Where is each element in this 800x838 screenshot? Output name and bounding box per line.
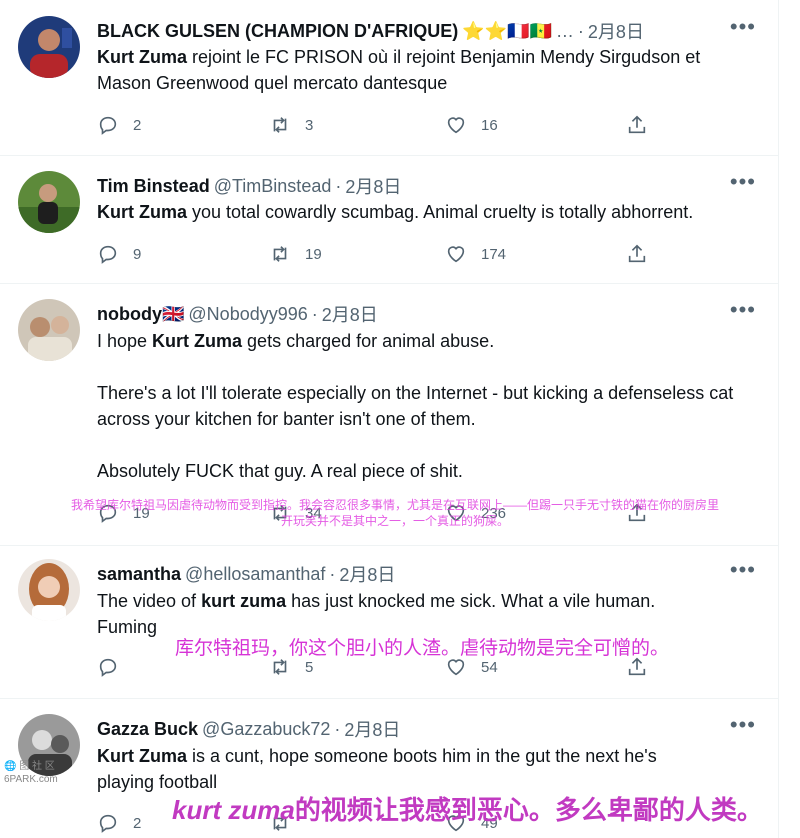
handle[interactable]: @Gazzabuck72 bbox=[202, 719, 330, 740]
mention-bold: kurt zuma bbox=[201, 591, 287, 611]
like-button[interactable]: 16 bbox=[445, 114, 498, 136]
separator-dot: · bbox=[335, 175, 342, 196]
retweet-count: 5 bbox=[305, 658, 314, 676]
mention-bold: Kurt Zuma bbox=[152, 331, 243, 351]
site-watermark: 🌐 图 社 区 6PARK.com bbox=[4, 760, 58, 786]
tweet-date[interactable]: 2月8日 bbox=[588, 18, 644, 44]
reply-button[interactable]: 9 bbox=[97, 243, 141, 265]
tweet[interactable]: BLACK GULSEN (CHAMPION D'AFRIQUE) ⭐⭐🇫🇷🇸🇳… bbox=[0, 0, 778, 156]
tweet-date[interactable]: 2月8日 bbox=[322, 301, 378, 327]
tweet-actions: 9 19 174 bbox=[97, 243, 657, 269]
share-button[interactable] bbox=[626, 114, 648, 136]
timeline: BLACK GULSEN (CHAMPION D'AFRIQUE) ⭐⭐🇫🇷🇸🇳… bbox=[0, 0, 779, 838]
more-icon[interactable]: ••• bbox=[730, 297, 756, 323]
translation-caption-1-line1: 我希望库尔特祖马因虐待动物而受到指控。我会容忍很多事情，尤其是在互联网上——但踢… bbox=[70, 498, 719, 512]
tweet-text-pre: The video of bbox=[97, 591, 202, 611]
more-icon[interactable]: ••• bbox=[730, 557, 756, 583]
like-count: 16 bbox=[481, 116, 498, 134]
watermark-line2: 6PARK.com bbox=[4, 774, 58, 785]
translation-caption-1-line2: 开玩笑并不是其中之一，一个真正的狗屎。 bbox=[280, 514, 509, 528]
display-name[interactable]: nobody🇬🇧 bbox=[97, 304, 184, 325]
reply-button[interactable]: 2 bbox=[97, 114, 141, 136]
handle[interactable]: @TimBinstead bbox=[214, 176, 332, 197]
tweet-text: Kurt Zuma is a cunt, hope someone boots … bbox=[97, 743, 718, 795]
tweet-date[interactable]: 2月8日 bbox=[344, 716, 400, 742]
separator-dot: · bbox=[311, 303, 318, 324]
tweet-date[interactable]: 2月8日 bbox=[339, 561, 395, 587]
translation-caption-1: 我希望库尔特祖马因虐待动物而受到指控。我会容忍很多事情，尤其是在互联网上——但踢… bbox=[10, 497, 780, 529]
tweet-text-rest: rejoint le FC PRISON où il rejoint Benja… bbox=[97, 47, 701, 93]
tweet-text: Kurt Zuma rejoint le FC PRISON où il rej… bbox=[97, 44, 754, 96]
like-icon bbox=[447, 117, 465, 134]
avatar[interactable] bbox=[18, 171, 80, 233]
like-count: 54 bbox=[481, 658, 498, 676]
like-count: 174 bbox=[481, 245, 507, 263]
display-name[interactable]: Tim Binstead bbox=[97, 176, 210, 197]
like-button[interactable]: 174 bbox=[445, 243, 506, 265]
reply-icon bbox=[99, 658, 117, 677]
reply-count: 9 bbox=[133, 245, 142, 263]
reply-icon bbox=[99, 245, 117, 264]
tweet-paragraph-3: Absolutely FUCK that guy. A real piece o… bbox=[97, 461, 463, 481]
translation-caption-2: 库尔特祖玛，你这个胆小的人渣。虐待动物是完全可憎的。 bbox=[175, 638, 670, 659]
avatar[interactable] bbox=[18, 559, 80, 621]
mention-bold: Kurt Zuma bbox=[97, 202, 187, 222]
handle[interactable]: … bbox=[556, 21, 574, 42]
separator-dot: · bbox=[334, 718, 341, 739]
share-icon bbox=[628, 244, 646, 263]
retweet-button[interactable]: 19 bbox=[269, 243, 322, 265]
more-icon[interactable]: ••• bbox=[730, 169, 756, 195]
translation-caption-3: kurt zuma的视频让我感到恶心。多么卑鄙的人类。 bbox=[172, 790, 763, 827]
tweet-paragraph-2: There's a lot I'll tolerate especially o… bbox=[97, 383, 734, 429]
retweet-icon bbox=[273, 117, 287, 133]
name-emojis: ⭐⭐🇫🇷🇸🇳 bbox=[462, 20, 552, 41]
reply-button[interactable]: 2 bbox=[97, 812, 141, 834]
tweet-text: Kurt Zuma you total cowardly scumbag. An… bbox=[97, 199, 754, 225]
retweet-icon bbox=[273, 246, 287, 262]
avatar[interactable] bbox=[18, 16, 80, 78]
share-button[interactable] bbox=[626, 243, 648, 265]
separator-dot: · bbox=[577, 20, 584, 41]
like-icon bbox=[447, 246, 465, 263]
handle[interactable]: @hellosamanthaf bbox=[185, 564, 325, 585]
reply-count: 2 bbox=[133, 814, 142, 832]
tweet[interactable]: samantha @hellosamanthaf · 2月8日 ••• The … bbox=[0, 545, 778, 699]
tweet-text-rest: you total cowardly scumbag. Animal cruel… bbox=[187, 202, 694, 222]
reply-count: 2 bbox=[133, 116, 142, 134]
more-icon[interactable]: ••• bbox=[730, 14, 756, 40]
retweet-count: 3 bbox=[305, 116, 314, 134]
reply-icon bbox=[99, 116, 117, 135]
translation-caption-3-rest: 的视频让我感到恶心。多么卑鄙的人类。 bbox=[294, 795, 763, 825]
mention-bold: Kurt Zuma bbox=[97, 746, 187, 766]
tweet-text-pre: I hope bbox=[97, 331, 153, 351]
handle[interactable]: @Nobodyy996 bbox=[188, 304, 307, 325]
more-icon[interactable]: ••• bbox=[730, 712, 756, 738]
reply-button[interactable] bbox=[97, 656, 133, 678]
reply-icon bbox=[99, 814, 117, 833]
tweet-date[interactable]: 2月8日 bbox=[345, 173, 401, 199]
retweet-button[interactable]: 3 bbox=[269, 114, 313, 136]
tweet-actions: 2 3 16 bbox=[97, 114, 657, 140]
mention-bold: Kurt Zuma bbox=[97, 47, 187, 67]
separator-dot: · bbox=[329, 563, 336, 584]
translation-caption-3-name: kurt zuma bbox=[172, 795, 295, 825]
display-name[interactable]: samantha bbox=[97, 564, 181, 585]
display-name[interactable]: BLACK GULSEN (CHAMPION D'AFRIQUE) bbox=[97, 21, 458, 42]
watermark-line1: 🌐 图 社 区 bbox=[4, 761, 55, 772]
tweet-text: I hope Kurt Zuma gets charged for animal… bbox=[97, 328, 754, 354]
retweet-count: 19 bbox=[305, 245, 322, 263]
share-icon bbox=[628, 115, 646, 134]
display-name[interactable]: Gazza Buck bbox=[97, 719, 198, 740]
avatar[interactable] bbox=[18, 299, 80, 361]
tweet-text-rest: gets charged for animal abuse. bbox=[242, 331, 495, 351]
tweet[interactable]: Tim Binstead @TimBinstead · 2月8日 ••• Kur… bbox=[0, 155, 778, 284]
